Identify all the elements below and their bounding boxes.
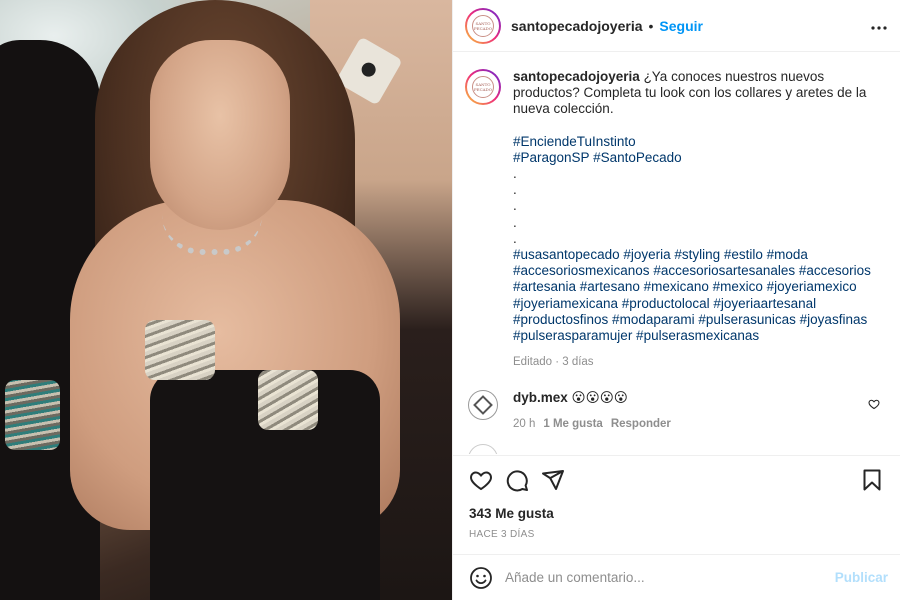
caption-text: santopecadojoyeria ¿Ya conoces nuestros … [513, 69, 883, 118]
caption-username[interactable]: santopecadojoyeria [513, 69, 640, 84]
photo-bracelets-right [258, 370, 318, 430]
post-photo[interactable] [0, 0, 452, 600]
action-bar [469, 456, 884, 504]
publish-button[interactable]: Publicar [835, 570, 888, 585]
instagram-post: SANTO PECADO santopecadojoyeria • Seguir… [0, 0, 900, 600]
comment-body: dyb.mex 😮😮😮😮 20 h 1 Me gusta Responder [513, 390, 868, 430]
caption-body: santopecadojoyeria ¿Ya conoces nuestros … [513, 69, 883, 370]
emoji-icon[interactable] [469, 566, 493, 590]
comment-item: dyb.mex 😮😮😮😮 20 h 1 Me gusta Responder [465, 390, 884, 430]
caption-dots: . . . . . [513, 166, 517, 246]
avatar-inner: SANTO PECADO [467, 9, 499, 42]
caption-avatar[interactable]: SANTO PECADO [465, 69, 501, 105]
add-comment-bar: Publicar [453, 554, 900, 600]
post-time: HACE 3 DÍAS [469, 529, 535, 540]
post-header: SANTO PECADO santopecadojoyeria • Seguir [453, 0, 900, 52]
brand-logo: SANTO PECADO [472, 14, 494, 37]
heart-icon[interactable] [469, 468, 493, 492]
brand-logo: SANTO PECADO [472, 76, 494, 98]
likes-count[interactable]: 343 Me gusta [469, 506, 884, 521]
comment-input[interactable] [505, 570, 835, 585]
header-separator: • [648, 17, 654, 34]
avatar-inner: SANTO PECADO [467, 71, 499, 103]
actions-area: 343 Me gusta HACE 3 DÍAS [453, 455, 900, 555]
photo-bracelets [145, 320, 215, 380]
header-username[interactable]: santopecadojoyeria [511, 18, 643, 34]
photo-face [150, 40, 290, 230]
photo-bracelets-left [5, 380, 60, 450]
comment-meta: 20 h 1 Me gusta Responder [513, 418, 868, 430]
more-options-icon[interactable] [870, 15, 888, 36]
comment-line: dyb.mex 😮😮😮😮 [513, 390, 868, 406]
comment-heart-icon[interactable] [868, 398, 880, 410]
avatar-diamond-icon [473, 395, 493, 416]
comment-text: 😮😮😮😮 [571, 390, 628, 406]
comment-reply-button[interactable]: Responder [611, 418, 671, 430]
comments-section[interactable]: SANTO PECADO santopecadojoyeria ¿Ya cono… [453, 53, 900, 455]
comment-avatar[interactable] [468, 390, 498, 421]
post-sidebar: SANTO PECADO santopecadojoyeria • Seguir… [452, 0, 900, 600]
caption-hashtags-1[interactable]: #EnciendeTuInstinto #ParagonSP #SantoPec… [513, 134, 883, 166]
profile-avatar[interactable]: SANTO PECADO [465, 7, 501, 44]
partial-avatar [468, 444, 498, 455]
partial-comment [465, 444, 884, 455]
bookmark-icon[interactable] [860, 468, 884, 492]
comment-icon[interactable] [505, 468, 529, 492]
caption-hashtags-2[interactable]: #usasantopecado #joyeria #styling #estil… [513, 247, 883, 344]
comment-username[interactable]: dyb.mex [513, 390, 568, 405]
caption-meta: Editado · 3 días [513, 356, 594, 369]
comment-time: 20 h [513, 418, 536, 431]
caption: SANTO PECADO santopecadojoyeria ¿Ya cono… [465, 69, 884, 370]
share-icon[interactable] [541, 468, 565, 492]
follow-button[interactable]: Seguir [659, 18, 703, 34]
comment-likes[interactable]: 1 Me gusta [543, 418, 602, 430]
